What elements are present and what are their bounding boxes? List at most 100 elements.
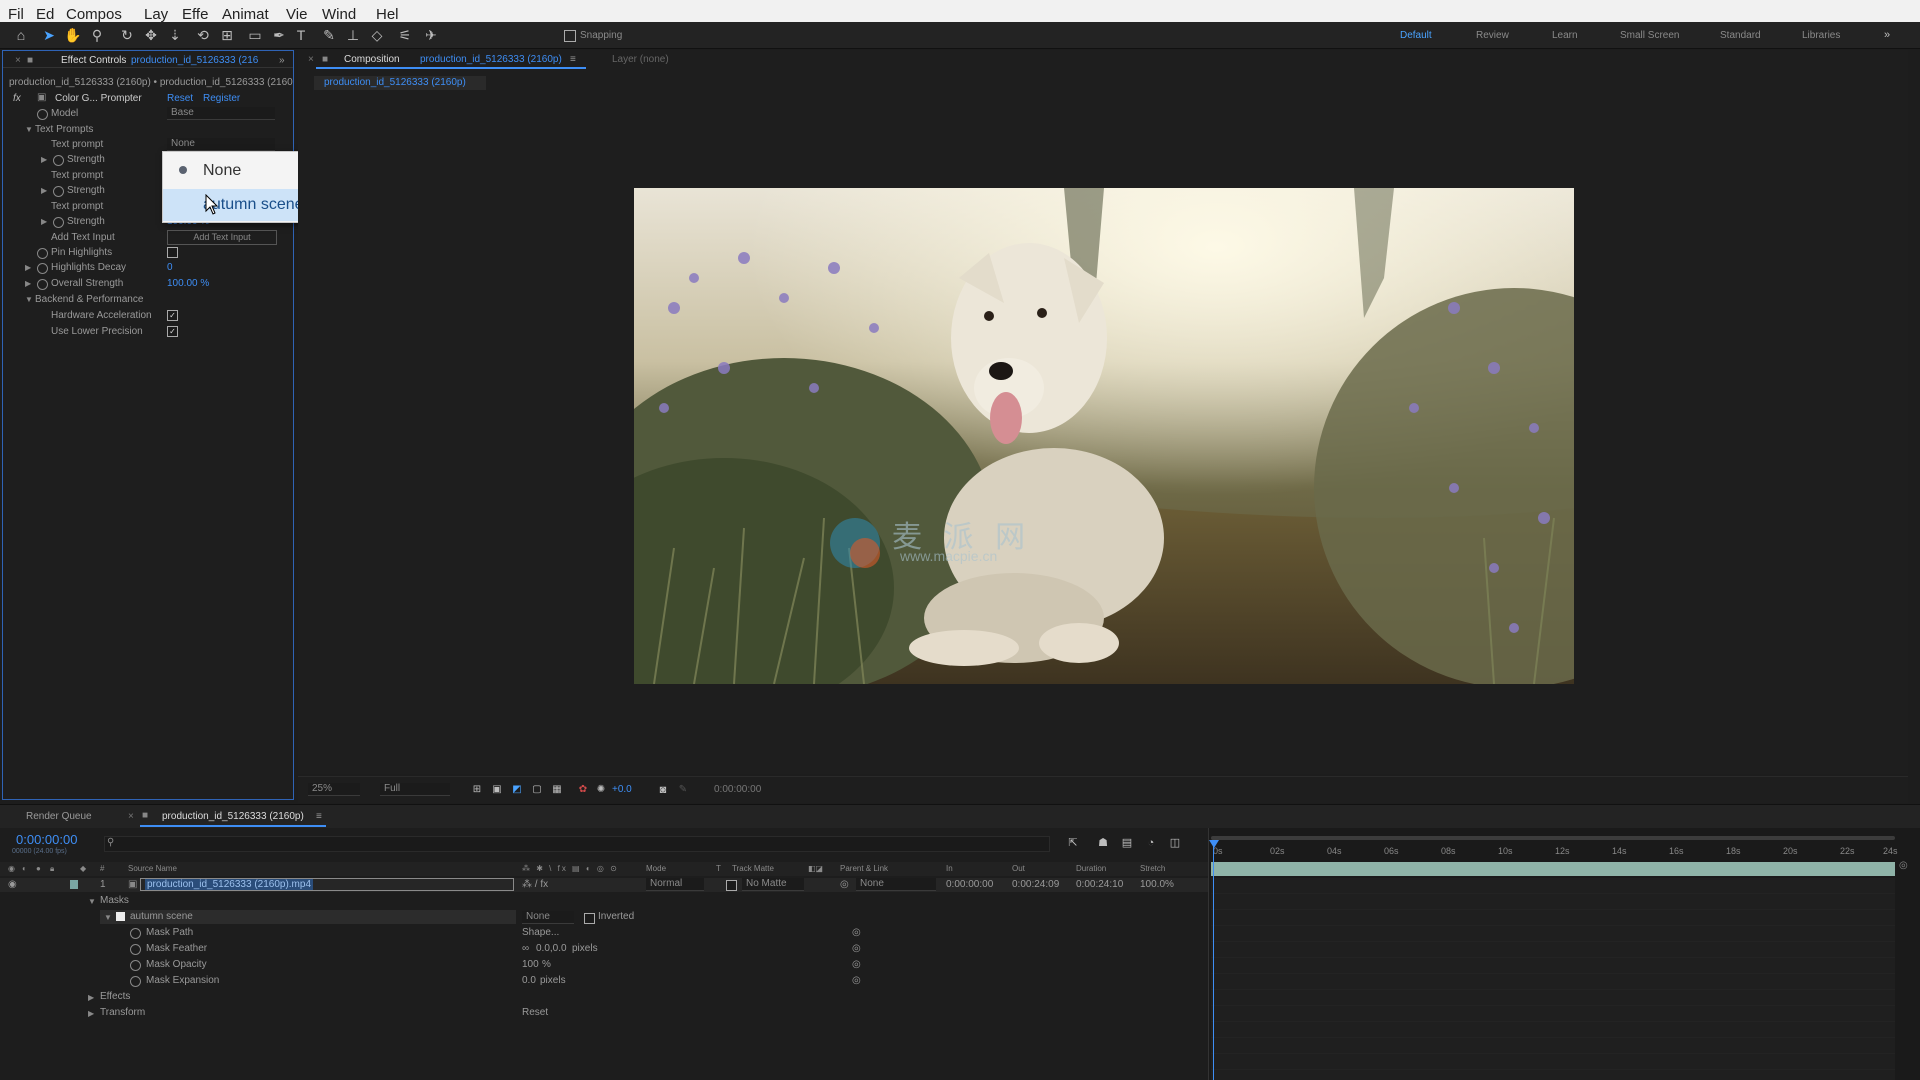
solo-switch-icon[interactable]: ● (36, 864, 41, 873)
stopwatch-icon[interactable] (130, 944, 141, 955)
twirl-right-icon[interactable]: ▶ (25, 279, 31, 288)
safe-zones-icon[interactable]: ▣ (488, 781, 506, 799)
stopwatch-icon[interactable] (130, 960, 141, 971)
twirl-right-icon[interactable]: ▶ (88, 1009, 94, 1018)
twirl-right-icon[interactable]: ▶ (25, 263, 31, 272)
composition-tab-label[interactable]: Composition (344, 54, 400, 65)
chain-link-icon[interactable]: ∞ (522, 943, 529, 954)
hardware-acceleration-checkbox[interactable]: ✓ (167, 310, 178, 321)
layer-stretch[interactable]: 100.0% (1140, 879, 1174, 890)
in-header[interactable]: In (946, 864, 953, 873)
effects-group[interactable]: Effects (100, 991, 130, 1002)
track-matte-dropdown[interactable]: No Matte (742, 878, 804, 891)
puppet-pin-icon[interactable]: ✈ (422, 26, 440, 44)
transparency-grid-icon[interactable]: ▦ (548, 781, 566, 799)
orbit-tool-icon[interactable]: ↻ (118, 26, 136, 44)
twirl-down-icon[interactable]: ▼ (104, 913, 112, 922)
stopwatch-icon[interactable] (37, 248, 48, 259)
mask-opacity-value[interactable]: 100 (522, 959, 539, 970)
color-management-icon[interactable]: ✿ (574, 781, 592, 799)
stopwatch-icon[interactable] (130, 928, 141, 939)
composition-tab-name[interactable]: production_id_5126333 (2160p) (420, 54, 562, 65)
motion-blur-icon[interactable]: ◔ (1142, 834, 1160, 852)
stopwatch-icon[interactable] (53, 155, 64, 166)
time-ruler[interactable]: 0s 02s 04s 06s 08s 10s 12s 14s 16s 18s 20s 22s 24s (1209, 828, 1909, 858)
brush-tool-icon[interactable]: ✎ (320, 26, 338, 44)
composition-frame[interactable]: 麦 派 网 www.macpie.cn (634, 188, 1574, 684)
twirl-right-icon[interactable]: ▶ (41, 155, 47, 164)
pickwhip-icon[interactable]: ◎ (852, 927, 861, 938)
transform-group[interactable]: Transform (100, 1007, 145, 1018)
fx-icon[interactable]: fx (13, 93, 21, 104)
timeline-comp-tab[interactable]: production_id_5126333 (2160p) (162, 811, 304, 822)
out-header[interactable]: Out (1012, 864, 1025, 873)
pickwhip-icon[interactable]: ◎ (852, 975, 861, 986)
home-icon[interactable]: ⌂ (12, 26, 30, 44)
twirl-down-icon[interactable]: ▼ (88, 897, 96, 906)
twirl-down-icon[interactable]: ▼ (25, 125, 33, 134)
grid-icon[interactable]: ⊞ (468, 781, 486, 799)
twirl-right-icon[interactable]: ▶ (41, 186, 47, 195)
mask-expansion-value[interactable]: 0.0 (522, 975, 536, 986)
overflow-chevron-icon[interactable]: » (1878, 26, 1896, 44)
menu-edit[interactable]: Ed (36, 6, 54, 23)
menu-effect[interactable]: Effe (182, 6, 208, 23)
layer-tab-label[interactable]: Layer (none) (612, 54, 669, 65)
label-color-swatch[interactable] (70, 880, 78, 889)
workspace-standard[interactable]: Standard (1720, 30, 1761, 41)
menu-help[interactable]: Hel (376, 6, 399, 23)
timeline-search-input[interactable]: ⚲ (104, 836, 1050, 852)
anchor-tool-icon[interactable]: ⊞ (218, 26, 236, 44)
video-switch-icon[interactable]: ◉ (8, 864, 15, 873)
panel-menu-icon[interactable]: ≡ (570, 54, 576, 65)
playhead-handle[interactable] (1209, 840, 1219, 848)
mask-path-value[interactable]: Shape... (522, 927, 559, 938)
parent-link-header[interactable]: Parent & Link (840, 864, 888, 873)
close-icon[interactable]: × (15, 55, 21, 66)
stretch-header[interactable]: Stretch (1140, 864, 1165, 873)
rotate-tool-icon[interactable]: ⟲ (194, 26, 212, 44)
layer-in[interactable]: 0:00:00:00 (946, 879, 993, 890)
pickwhip-icon[interactable]: ◎ (852, 959, 861, 970)
stopwatch-icon[interactable] (37, 109, 48, 120)
close-icon[interactable]: × (308, 54, 314, 65)
rectangle-tool-icon[interactable]: ▭ (246, 26, 264, 44)
menu-view[interactable]: Vie (286, 6, 307, 23)
register-link[interactable]: Register (203, 93, 240, 104)
track-matte-header[interactable]: Track Matte (732, 864, 774, 873)
mask-row[interactable]: ▼ autumn scene (100, 910, 516, 924)
clone-stamp-icon[interactable]: ⊥ (344, 26, 362, 44)
resolution-dropdown[interactable]: Full (380, 783, 450, 796)
show-snapshot-icon[interactable]: ✎ (674, 781, 692, 799)
graph-editor-icon[interactable]: ◫ (1166, 834, 1184, 852)
text-prompt-1-dropdown[interactable]: None (167, 138, 275, 151)
preserve-transparency-checkbox[interactable] (726, 880, 737, 891)
inverted-checkbox[interactable] (584, 913, 595, 924)
stopwatch-icon[interactable] (130, 976, 141, 987)
twirl-right-icon[interactable]: ▶ (88, 993, 94, 1002)
twirl-right-icon[interactable]: ▶ (41, 217, 47, 226)
layer-out[interactable]: 0:00:24:09 (1012, 879, 1059, 890)
eraser-tool-icon[interactable]: ◇ (368, 26, 386, 44)
snapshot-camera-icon[interactable]: ◙ (654, 781, 672, 799)
label-icon[interactable]: ◆ (80, 864, 86, 873)
close-icon[interactable]: × (128, 811, 134, 822)
keyframe-nav-icon[interactable]: ◎ (1899, 860, 1908, 871)
type-tool-icon[interactable]: T (292, 26, 310, 44)
overall-strength-value[interactable]: 100.00 % (167, 278, 209, 289)
mode-dropdown[interactable]: Normal (646, 878, 704, 891)
menu-layer[interactable]: Lay (144, 6, 168, 23)
stopwatch-icon[interactable] (53, 186, 64, 197)
pin-highlights-checkbox[interactable] (167, 247, 178, 258)
layer-name-field[interactable]: production_id_5126333 (2160p).mp4 (140, 878, 514, 891)
mask-name[interactable]: autumn scene (130, 911, 193, 922)
comp-flowchart-icon[interactable]: ⇱ (1064, 834, 1082, 852)
transform-reset-link[interactable]: Reset (522, 1007, 548, 1018)
effect-controls-tab-source[interactable]: production_id_5126333 (216 (131, 55, 258, 66)
stopwatch-icon[interactable] (37, 263, 48, 274)
workspace-default[interactable]: Default (1400, 30, 1432, 41)
stopwatch-icon[interactable] (53, 217, 64, 228)
workspace-small-screen[interactable]: Small Screen (1620, 30, 1679, 41)
add-text-input-button[interactable]: Add Text Input (167, 230, 277, 245)
highlights-decay-value[interactable]: 0 (167, 262, 173, 273)
